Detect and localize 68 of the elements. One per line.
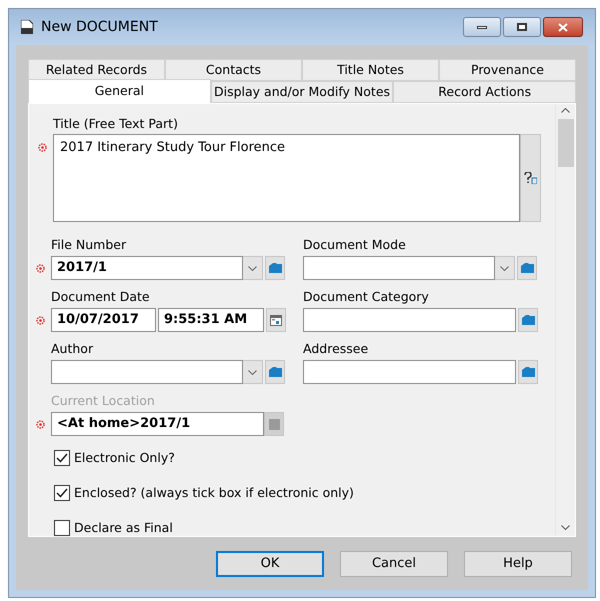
checkbox[interactable] xyxy=(54,485,70,502)
field-label: Document Mode xyxy=(303,237,407,253)
title-textarea[interactable]: 2017 Itinerary Study Tour Florence xyxy=(53,134,520,222)
browse-button[interactable] xyxy=(518,360,538,384)
close-button[interactable] xyxy=(543,17,583,37)
scrollbar-thumb[interactable] xyxy=(558,119,574,167)
scroll-down-icon xyxy=(561,525,570,530)
browse-button[interactable] xyxy=(265,360,285,384)
input-field[interactable] xyxy=(51,360,243,384)
folder-icon xyxy=(522,315,534,325)
browse-button[interactable] xyxy=(265,256,285,280)
chevron-down-icon xyxy=(500,266,509,270)
folder-icon xyxy=(520,263,534,273)
scrollbar[interactable] xyxy=(555,104,575,536)
field-label: Current Location xyxy=(51,393,156,409)
tab[interactable]: Title Notes xyxy=(302,59,439,81)
help-button[interactable] xyxy=(520,134,541,222)
tab[interactable]: Contacts xyxy=(165,59,302,81)
check-icon xyxy=(56,488,68,498)
field-label: Document Date xyxy=(51,289,151,305)
folder-icon xyxy=(268,263,282,273)
dialog-button[interactable]: Cancel xyxy=(340,551,448,577)
field-label: File Number xyxy=(51,237,128,253)
dialog-button[interactable]: Help xyxy=(464,551,572,577)
close-icon xyxy=(558,22,568,32)
tab[interactable]: Related Records xyxy=(28,59,165,81)
calendar-button[interactable] xyxy=(266,308,286,332)
checkbox-label: Electronic Only? xyxy=(74,449,175,467)
dropdown-button[interactable] xyxy=(495,256,515,280)
checkbox[interactable] xyxy=(54,520,70,536)
question-icon xyxy=(524,172,537,184)
checkbox[interactable] xyxy=(54,450,70,466)
required-icon xyxy=(36,264,45,272)
chevron-down-icon xyxy=(248,266,257,270)
browse-button[interactable] xyxy=(517,256,537,280)
field-label: Title (Free Text Part) xyxy=(53,116,179,132)
dialog-button[interactable]: OK xyxy=(216,551,324,577)
tab[interactable]: Record Actions xyxy=(393,81,576,103)
input-field[interactable]: 10/07/2017 xyxy=(51,308,156,332)
folder-icon xyxy=(522,367,534,377)
check-icon xyxy=(56,453,68,464)
checkbox-label: Enclosed? (always tick box if electronic only) xyxy=(74,484,354,502)
input-field[interactable] xyxy=(303,308,516,332)
required-icon xyxy=(36,420,45,428)
chevron-down-icon xyxy=(248,370,257,374)
calendar-icon xyxy=(270,314,282,326)
scroll-up-icon xyxy=(561,108,570,113)
dropdown-button[interactable] xyxy=(243,360,263,384)
dropdown-button[interactable] xyxy=(243,256,263,280)
folder-icon xyxy=(268,367,282,377)
input-field[interactable]: 2017/1 xyxy=(51,256,243,280)
required-icon xyxy=(36,316,45,324)
tab[interactable]: Provenance xyxy=(439,59,576,81)
maximize-button[interactable] xyxy=(503,17,541,37)
checkbox-label: Declare as Final xyxy=(74,518,173,536)
field-label: Document Category xyxy=(303,289,430,305)
input-field[interactable] xyxy=(303,256,495,280)
window-title: New DOCUMENT xyxy=(41,18,158,36)
input-field[interactable] xyxy=(303,360,516,384)
input-field[interactable]: 9:55:31 AM xyxy=(158,308,264,332)
tab[interactable]: General xyxy=(28,79,211,103)
field-label: Addressee xyxy=(303,341,370,357)
required-icon xyxy=(38,143,47,152)
tab[interactable]: Display and/or Modify Notes xyxy=(210,81,394,103)
browse-button[interactable] xyxy=(518,308,538,332)
document-icon xyxy=(21,20,33,34)
minimize-button[interactable] xyxy=(463,17,501,37)
field-label: Author xyxy=(51,341,94,357)
